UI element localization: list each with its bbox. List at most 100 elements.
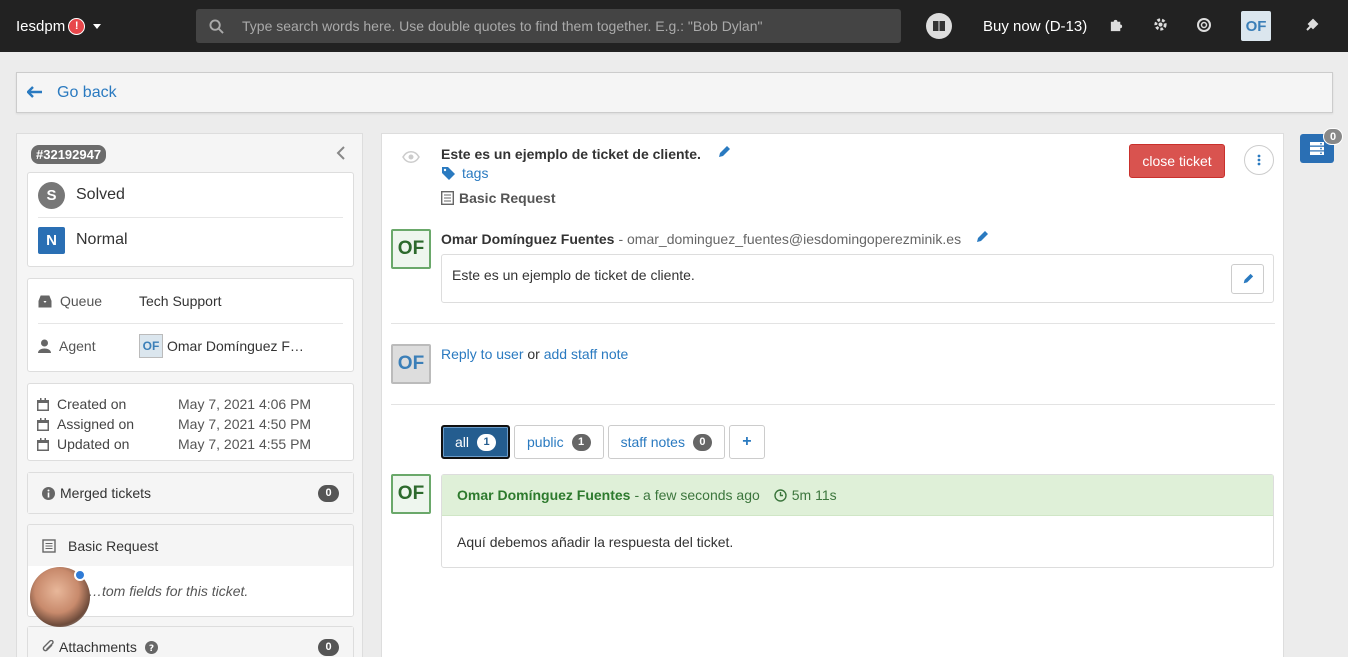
- go-back-bar[interactable]: Go back: [16, 72, 1333, 113]
- tags-label: tags: [462, 165, 489, 181]
- filter-public-label: public: [527, 434, 564, 450]
- settings-button[interactable]: [1148, 0, 1172, 52]
- filter-public-button[interactable]: public 1: [514, 425, 604, 459]
- ticket-title: Este es un ejemplo de ticket de cliente.: [441, 145, 701, 162]
- updated-label: Updated on: [57, 436, 130, 452]
- agent-row[interactable]: Agent OF Omar Domínguez F…: [38, 324, 343, 368]
- edit-title-button[interactable]: [717, 145, 731, 162]
- reply-or-text: or: [527, 346, 540, 362]
- notification-count: 0: [1323, 128, 1343, 145]
- clock-icon: [774, 488, 787, 502]
- updated-key: Updated on: [37, 436, 178, 452]
- merged-title: Merged tickets: [42, 485, 151, 501]
- filter-staff-notes-button[interactable]: staff notes 0: [607, 425, 725, 459]
- reply-duration: 5m 11s: [774, 487, 837, 503]
- list-icon: [42, 538, 56, 553]
- filter-all-button[interactable]: all 1: [441, 425, 511, 459]
- merged-tickets-card[interactable]: Merged tickets 0: [27, 472, 354, 514]
- assigned-key: Assigned on: [37, 416, 178, 432]
- add-filter-button[interactable]: +: [728, 425, 765, 459]
- apps-button[interactable]: [1104, 0, 1128, 52]
- reply-time: - a few seconds ago: [634, 487, 760, 503]
- agent-key: Agent: [38, 338, 139, 354]
- go-back-link[interactable]: Go back: [57, 84, 117, 102]
- ticket-main-panel: Este es un ejemplo de ticket de cliente.…: [381, 133, 1284, 657]
- filter-public-count: 1: [571, 433, 591, 451]
- chevron-down-icon: [93, 23, 102, 29]
- reply-options: Reply to user or add staff note: [441, 346, 628, 362]
- queue-row[interactable]: Queue Tech Support: [38, 279, 343, 323]
- divider: [391, 404, 1275, 405]
- filter-staff-notes-count: 0: [692, 433, 712, 451]
- search-input[interactable]: [242, 18, 882, 34]
- attachments-card[interactable]: Attachments ? 0: [27, 626, 354, 657]
- message-body-box: Este es un ejemplo de ticket de cliente.: [441, 254, 1274, 303]
- attachments-title: Attachments ?: [42, 639, 158, 655]
- server-icon: [1310, 142, 1324, 155]
- search-bar: [196, 9, 901, 43]
- list-icon: [441, 191, 454, 205]
- filter-all-count: 1: [477, 433, 497, 451]
- priority-selector[interactable]: N Normal: [38, 218, 343, 262]
- reply-card-header: Omar Domínguez Fuentes - a few seconds a…: [442, 475, 1273, 516]
- reply-card: Omar Domínguez Fuentes - a few seconds a…: [441, 474, 1274, 568]
- status-badge: S: [38, 181, 65, 209]
- eye-icon[interactable]: [402, 150, 420, 166]
- support-button[interactable]: [1192, 0, 1216, 52]
- agent-label: Agent: [59, 338, 96, 354]
- puzzle-icon: [1109, 17, 1124, 35]
- tags-icon: [442, 167, 455, 180]
- reply-to-user-link[interactable]: Reply to user: [441, 346, 523, 362]
- more-options-button[interactable]: [1244, 145, 1274, 175]
- assignment-card: Queue Tech Support Agent OF Omar Domíngu…: [27, 278, 354, 372]
- queue-value: Tech Support: [139, 293, 222, 309]
- filter-all-label: all: [455, 434, 470, 450]
- top-navbar: Iesdpm ! Buy now (D-13) OF: [0, 0, 1348, 52]
- help-center-button[interactable]: [925, 0, 953, 52]
- created-row: Created on May 7, 2021 4:06 PM: [37, 394, 344, 414]
- search-icon: [196, 18, 236, 34]
- buy-now-button[interactable]: Buy now (D-13): [983, 0, 1087, 52]
- reply-author[interactable]: Omar Domínguez Fuentes: [457, 487, 630, 503]
- reply-duration-value: 5m 11s: [791, 487, 837, 503]
- ticket-id-badge: #32192947: [31, 145, 107, 164]
- user-menu-button[interactable]: OF: [1241, 0, 1271, 52]
- edit-message-button[interactable]: [1231, 264, 1264, 294]
- created-value: May 7, 2021 4:06 PM: [178, 396, 312, 412]
- calendar-icon: [37, 397, 49, 411]
- status-selector[interactable]: S Solved: [38, 173, 343, 217]
- divider: [391, 323, 1275, 324]
- priority-label: Normal: [76, 231, 128, 248]
- reply-body: Aquí debemos añadir la respuesta del tic…: [457, 534, 734, 550]
- attachments-header[interactable]: Attachments ? 0: [28, 627, 353, 657]
- message-body: Este es un ejemplo de ticket de cliente.: [452, 267, 695, 283]
- attachments-count: 0: [318, 638, 339, 656]
- chevron-left-icon: [336, 146, 345, 160]
- agent-value-wrap: OF Omar Domínguez F…: [139, 334, 304, 358]
- close-ticket-button[interactable]: close ticket: [1129, 144, 1225, 178]
- paperclip-icon: [42, 640, 54, 652]
- user-icon: [38, 339, 51, 353]
- reply-avatar: OF: [391, 344, 431, 384]
- info-icon: [42, 486, 55, 500]
- brand-menu[interactable]: Iesdpm !: [16, 17, 196, 35]
- assigned-label: Assigned on: [57, 416, 135, 432]
- message-filters: all 1 public 1 staff notes 0 +: [441, 425, 769, 459]
- online-status-dot: [74, 569, 86, 581]
- tags-link[interactable]: tags: [441, 165, 488, 181]
- book-icon: [926, 13, 952, 39]
- collapse-sidebar-button[interactable]: [336, 144, 346, 165]
- reply-author-avatar: OF: [391, 474, 431, 514]
- message-header: Omar Domínguez Fuentes - omar_dominguez_…: [441, 230, 989, 247]
- message-email: - omar_dominguez_fuentes@iesdomingoperez…: [618, 230, 962, 247]
- merged-tickets-header[interactable]: Merged tickets 0: [28, 473, 353, 513]
- queue-key: Queue: [38, 293, 139, 309]
- created-key: Created on: [37, 396, 178, 412]
- add-staff-note-link[interactable]: add staff note: [544, 346, 629, 362]
- merged-count: 0: [318, 484, 339, 502]
- logout-button[interactable]: [1300, 0, 1324, 52]
- form-header[interactable]: Basic Request: [28, 525, 353, 566]
- filter-staff-notes-label: staff notes: [620, 434, 685, 450]
- help-icon[interactable]: ?: [144, 640, 158, 654]
- edit-requester-button[interactable]: [975, 230, 989, 247]
